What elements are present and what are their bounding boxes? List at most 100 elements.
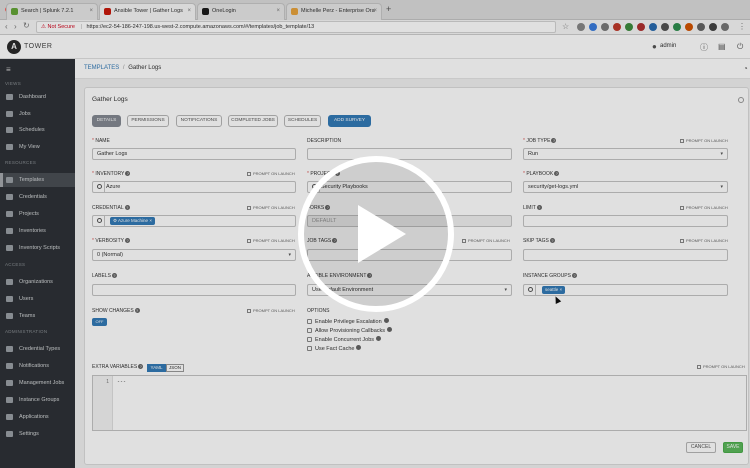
extension-icon[interactable] (577, 23, 585, 31)
skip-tags-prompt-on-launch[interactable]: PROMPT ON LAUNCH (680, 238, 728, 243)
activity-stream-icon[interactable]: ◔ (743, 64, 748, 73)
inventory-lookup[interactable]: Azure (92, 181, 296, 193)
sidebar-item-management-jobs[interactable]: Management Jobs (0, 376, 75, 390)
name-input[interactable]: Gather Logs (92, 148, 296, 160)
sidebar-item-jobs[interactable]: Jobs (0, 107, 75, 121)
json-toggle[interactable]: JSON (166, 364, 184, 372)
url-input[interactable]: ⚠ Not Secure | https://ec2-54-186-247-19… (36, 21, 556, 33)
sidebar-item-my-view[interactable]: My View (0, 140, 75, 154)
browser-menu-icon[interactable]: ⋮ (738, 22, 746, 31)
folder-icon (6, 211, 13, 217)
limit-prompt-on-launch[interactable]: PROMPT ON LAUNCH (680, 205, 728, 210)
breadcrumb-current: Gather Logs (128, 65, 162, 71)
info-icon[interactable]: ⓘ (700, 42, 708, 53)
yaml-toggle[interactable]: YAML (147, 364, 166, 372)
save-button[interactable]: SAVE (723, 442, 743, 453)
extension-icon[interactable] (625, 23, 633, 31)
sidebar-item-templates[interactable]: Templates (0, 173, 75, 187)
instance-group-chip[interactable]: seattle × (542, 286, 566, 294)
close-tab-icon[interactable]: × (89, 4, 93, 19)
search-icon[interactable] (97, 184, 102, 189)
sidebar-item-dashboard[interactable]: Dashboard (0, 90, 75, 104)
labels-input[interactable] (92, 284, 296, 296)
tab-splunk[interactable]: Search | Splunk 7.2.1 × (6, 3, 98, 20)
sidebar-item-instance-groups[interactable]: Instance Groups (0, 393, 75, 407)
credential-chip[interactable]: ⚙ Azure Machine × (110, 217, 155, 225)
tower-logo-icon[interactable]: A (7, 40, 21, 54)
job-tags-prompt-on-launch[interactable]: PROMPT ON LAUNCH (462, 238, 510, 243)
tab-completed-jobs[interactable]: COMPLETED JOBS (228, 115, 278, 127)
close-tab-icon[interactable]: × (276, 4, 280, 19)
panel-title: Gather Logs (92, 96, 128, 103)
sidebar-item-users[interactable]: Users (0, 292, 75, 306)
help-icon: ? (549, 238, 555, 243)
sidebar-item-credentials[interactable]: Credentials (0, 190, 75, 204)
tab-schedules[interactable]: SCHEDULES (284, 115, 321, 127)
show-changes-toggle[interactable]: OFF (92, 318, 107, 326)
sidebar-item-organizations[interactable]: Organizations (0, 275, 75, 289)
verbosity-select[interactable]: 0 (Normal) ▾ (92, 249, 296, 261)
sidebar-item-inventory-scripts[interactable]: Inventory Scripts (0, 241, 75, 255)
close-tab-icon[interactable]: × (373, 4, 377, 19)
add-survey-button[interactable]: ADD SURVEY (328, 115, 371, 127)
job-type-prompt-on-launch[interactable]: PROMPT ON LAUNCH (680, 138, 728, 143)
tab-ansible-tower[interactable]: Ansible Tower | Gather Logs × (99, 3, 196, 20)
sidebar-section-views: VIEWS (5, 81, 22, 86)
extra-variables-editor[interactable]: 1 --- (92, 375, 747, 431)
option-concurrent-jobs[interactable]: Enable Concurrent Jobs (307, 336, 382, 343)
bookmark-star-icon[interactable]: ☆ (562, 22, 569, 31)
tab-permissions[interactable]: PERMISSIONS (127, 115, 169, 127)
playbook-select[interactable]: security/get-logs.yml ▾ (523, 181, 728, 193)
back-arrow-icon[interactable]: ‹ (5, 22, 8, 31)
help-icon: ? (134, 308, 140, 313)
extension-icon[interactable] (685, 23, 693, 31)
user-icon[interactable]: ● (652, 42, 657, 51)
sidebar-item-teams[interactable]: Teams (0, 309, 75, 323)
extension-icon[interactable] (661, 23, 669, 31)
tab-onelogin[interactable]: OneLogin × (197, 3, 285, 20)
tab-details[interactable]: DETAILS (92, 115, 121, 127)
extension-icon[interactable] (601, 23, 609, 31)
tab-notifications[interactable]: NOTIFICATIONS (176, 115, 222, 127)
option-provisioning-callbacks[interactable]: Allow Provisioning Callbacks (307, 327, 393, 334)
tab-label: Search | Splunk 7.2.1 (21, 8, 74, 14)
play-button-icon[interactable] (286, 155, 466, 313)
job-type-select[interactable]: Run ▾ (523, 148, 728, 160)
new-tab-button[interactable]: + (386, 4, 391, 14)
skip-tags-input[interactable] (523, 249, 728, 261)
extension-icon[interactable] (649, 23, 657, 31)
cancel-button[interactable]: CANCEL (686, 442, 716, 453)
tab-enterprise[interactable]: Michelle Perz - Enterprise Ora × (286, 3, 382, 20)
search-icon[interactable] (97, 218, 102, 223)
extension-icon[interactable] (637, 23, 645, 31)
sidebar-item-projects[interactable]: Projects (0, 207, 75, 221)
extension-icon[interactable] (709, 23, 717, 31)
search-icon[interactable] (528, 287, 533, 292)
breadcrumb-templates-link[interactable]: TEMPLATES (84, 65, 119, 71)
limit-input[interactable] (523, 215, 728, 227)
sidebar-item-schedules[interactable]: Schedules (0, 123, 75, 137)
extension-icon[interactable] (613, 23, 621, 31)
close-tab-icon[interactable]: × (187, 4, 191, 19)
option-privilege-escalation[interactable]: Enable Privilege Escalation (307, 318, 389, 325)
reload-icon[interactable]: ↻ (23, 21, 30, 30)
extension-icon[interactable] (721, 23, 729, 31)
logout-icon[interactable]: ⏻ (737, 42, 743, 52)
remove-chip-icon[interactable]: × (558, 287, 563, 292)
forward-arrow-icon[interactable]: › (14, 22, 17, 31)
sidebar-item-inventories[interactable]: Inventories (0, 224, 75, 238)
option-fact-cache[interactable]: Use Fact Cache (307, 345, 362, 352)
docs-icon[interactable]: ▤ (718, 42, 726, 51)
username[interactable]: admin (660, 43, 676, 49)
remove-chip-icon[interactable]: × (148, 218, 152, 223)
sidebar-item-notifications[interactable]: Notifications (0, 359, 75, 373)
hamburger-menu-icon[interactable]: ≡ (6, 65, 11, 74)
extension-icon[interactable] (589, 23, 597, 31)
sidebar-item-applications[interactable]: Applications (0, 410, 75, 424)
extra-variables-prompt-on-launch[interactable]: PROMPT ON LAUNCH (697, 364, 745, 369)
extension-icon[interactable] (697, 23, 705, 31)
extension-icon[interactable] (673, 23, 681, 31)
sidebar-item-credential-types[interactable]: Credential Types (0, 342, 75, 356)
close-panel-icon[interactable] (738, 97, 744, 103)
sidebar-item-settings[interactable]: Settings (0, 427, 75, 441)
